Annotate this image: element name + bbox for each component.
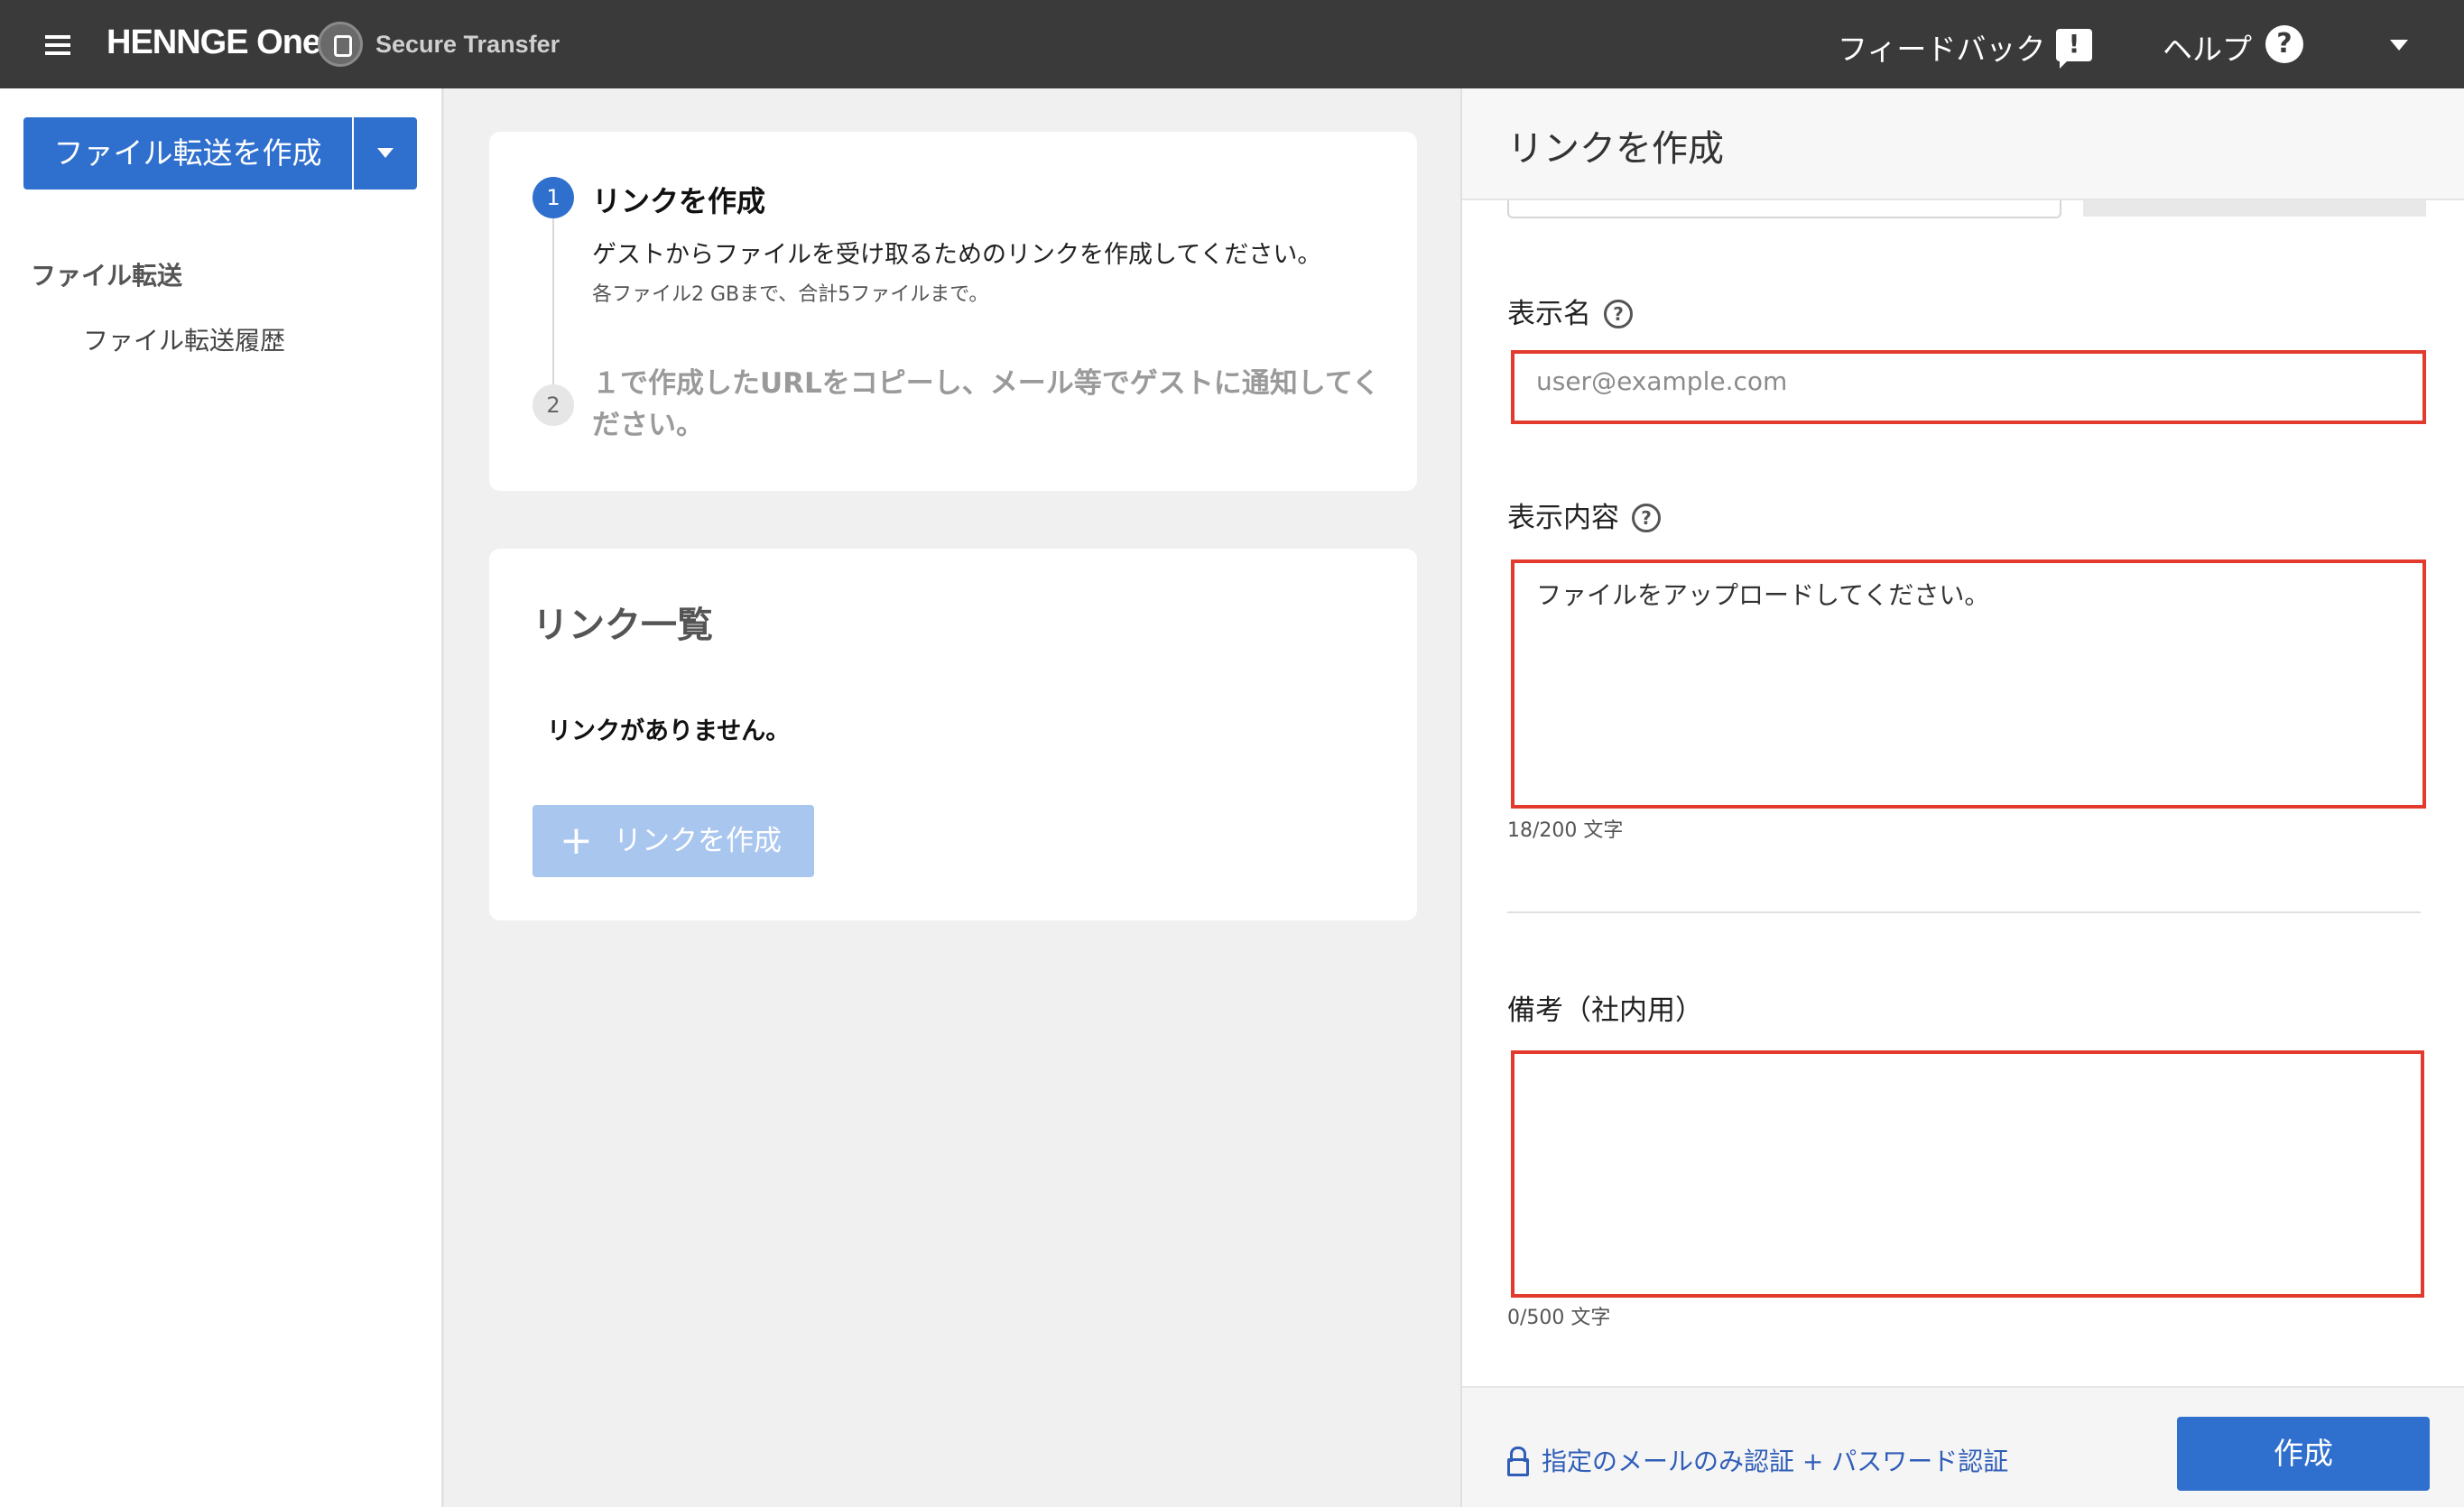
brand-logo: HENNGE One (107, 23, 321, 61)
remarks-label: 備考（社内用） (1507, 994, 1703, 1027)
create-file-transfer-button[interactable]: ファイル転送を作成 (23, 117, 352, 190)
create-link-panel: リンクを作成 表示名? user@example.com 表示内容? ファイルを… (1460, 88, 2464, 1507)
remarks-textarea[interactable] (1511, 1050, 2424, 1298)
scrolled-input-field[interactable] (1507, 200, 2061, 218)
auth-settings-text: 指定のメールのみ認証 + パスワード認証 (1542, 1447, 2009, 1476)
display-content-textarea[interactable]: ファイルをアップロードしてください。 (1511, 559, 2426, 809)
display-content-counter: 18/200 文字 (1507, 819, 1624, 842)
steps-card: 1 リンクを作成 ゲストからファイルを受け取るためのリンクを作成してください。 … (489, 132, 1417, 491)
help-link[interactable]: ヘルプ (2163, 25, 2252, 69)
create-button[interactable]: 作成 (2177, 1417, 2430, 1491)
display-content-label-text: 表示内容 (1507, 502, 1619, 534)
step-1-title: リンクを作成 (592, 184, 766, 218)
sidebar: ファイル転送を作成 ファイル転送 ファイル転送履歴 (0, 88, 444, 1507)
link-list-title: リンク一覧 (533, 605, 713, 646)
step-1-badge: 1 (533, 177, 574, 218)
help-circle-icon[interactable]: ? (1632, 504, 1661, 532)
top-bar: HENNGE One Secure Transfer フィードバック ヘルプ ? (0, 0, 2464, 88)
plus-icon: + (560, 818, 593, 864)
create-link-label: リンクを作成 (614, 825, 782, 857)
auth-settings-link[interactable]: 指定のメールのみ認証 + パスワード認証 (1507, 1442, 2008, 1478)
display-name-label-text: 表示名 (1507, 298, 1591, 330)
secure-transfer-icon (318, 22, 363, 67)
remarks-counter: 0/500 文字 (1507, 1307, 1611, 1329)
step-2-badge: 2 (533, 384, 574, 426)
account-dropdown-icon[interactable] (2390, 40, 2408, 51)
hamburger-menu-icon[interactable] (40, 27, 76, 63)
help-circle-icon[interactable]: ? (1604, 300, 1633, 328)
step-1-note: 各ファイル2 GBまで、合計5ファイルまで。 (592, 283, 989, 306)
sidebar-item-transfer-history[interactable]: ファイル転送履歴 (83, 321, 285, 357)
step-1-description: ゲストからファイルを受け取るためのリンクを作成してください。 (592, 241, 1322, 269)
sidebar-section-title: ファイル転送 (31, 261, 183, 291)
link-list-card: リンク一覧 リンクがありません。 + リンクを作成 (489, 549, 1417, 920)
step-connector (552, 215, 554, 395)
panel-footer: 指定のメールのみ認証 + パスワード認証 作成 (1462, 1386, 2464, 1507)
display-name-input[interactable]: user@example.com (1511, 350, 2426, 424)
empty-message: リンクがありません。 (547, 717, 791, 745)
panel-header: リンクを作成 (1462, 88, 2464, 200)
scrolled-input-bar (2083, 200, 2426, 217)
display-content-label: 表示内容? (1507, 495, 1661, 535)
divider (1507, 911, 2421, 913)
step-2-title: １で作成したURLをコピーし、メール等でゲストに通知してください。 (592, 367, 1380, 441)
feedback-link[interactable]: フィードバック (1838, 25, 2045, 69)
create-link-button[interactable]: + リンクを作成 (533, 805, 814, 877)
feedback-icon[interactable] (2056, 29, 2092, 69)
lock-icon (1507, 1447, 1529, 1476)
display-name-label: 表示名? (1507, 291, 1633, 331)
panel-title: リンクを作成 (1507, 128, 1724, 170)
product-name: Secure Transfer (375, 31, 560, 58)
create-dropdown-chevron-icon[interactable] (354, 117, 417, 190)
help-icon[interactable]: ? (2265, 25, 2303, 63)
